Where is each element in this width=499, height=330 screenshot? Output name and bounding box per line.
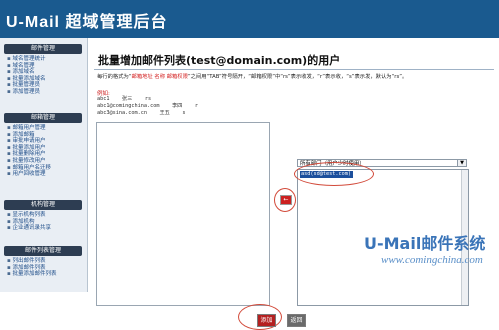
sidebar-section-title: 机构管理	[4, 200, 82, 210]
sidebar-item-batch-delete-users[interactable]: 批量删除用户	[7, 151, 82, 158]
sidebar-section-mailbox: 邮箱管理 邮箱用户管理 添加邮箱 审批申请用户 批量添加用户 批量删除用户 批量…	[4, 113, 82, 178]
page-title: 批量增加邮件列表(test@domain.com)的用户	[98, 54, 341, 67]
example-line: abc3@sina.com.cn 王五 s	[97, 110, 186, 116]
description-fields: 邮箱地址 名称 邮箱权限	[131, 74, 188, 80]
app-title: U-Mail 超域管理后台	[6, 14, 168, 31]
sidebar-section-org: 机构管理 显示机构列表 添加机构 企业通讯录共享	[4, 200, 82, 232]
description-prefix: 每行的格式为“	[97, 74, 132, 80]
sidebar-item-add-admin[interactable]: 添加管理员	[7, 89, 82, 96]
sidebar-section-title: 邮件列表管理	[4, 246, 82, 256]
add-button[interactable]: 添加	[257, 314, 276, 327]
sidebar-section-mail: 邮件管理 域名管理统计 域名管理 添加域名 批量添加域名 批量管理员 添加管理员	[4, 44, 82, 96]
sidebar-item-address-book[interactable]: 企业通讯录共享	[7, 225, 82, 232]
sidebar-item-org-list[interactable]: 显示机构列表	[7, 212, 82, 219]
sidebar-item-approve-users[interactable]: 审批申请用户	[7, 138, 82, 145]
sidebar-section-title: 邮件管理	[4, 44, 82, 54]
watermark-url: www.comingchina.com	[381, 254, 483, 266]
sidebar: 邮件管理 域名管理统计 域名管理 添加域名 批量添加域名 批量管理员 添加管理员…	[0, 38, 88, 292]
format-description: 每行的格式为“邮箱地址 名称 邮箱权限”之间用“TAB”符号隔开，“邮箱权限”中…	[97, 74, 492, 81]
user-input-textarea[interactable]	[96, 122, 270, 306]
sidebar-item-domain-stats[interactable]: 域名管理统计	[7, 56, 82, 63]
sidebar-item-add-domain[interactable]: 添加域名	[7, 69, 82, 76]
sidebar-item-batch-edit-users[interactable]: 批量修改用户	[7, 158, 82, 165]
highlight-circle	[294, 162, 374, 186]
sidebar-item-batch-admin[interactable]: 批量管理员	[7, 82, 82, 89]
app-header: U-Mail 超域管理后台	[0, 0, 499, 38]
sidebar-section-maillist: 邮件列表管理 列出邮件列表 添加邮件列表 批量添加邮件列表	[4, 246, 82, 278]
sidebar-item-list-maillists[interactable]: 列出邮件列表	[7, 258, 82, 265]
example-line: abc1@comingchina.com 李四 r	[97, 103, 198, 109]
sidebar-section-title: 邮箱管理	[4, 113, 82, 123]
chevron-down-icon[interactable]: ▼	[457, 160, 466, 166]
sidebar-item-batch-add-maillist[interactable]: 批量添加邮件列表	[7, 271, 82, 278]
back-button[interactable]: 返回	[287, 314, 306, 327]
sidebar-item-mailbox-users[interactable]: 邮箱用户管理	[7, 125, 82, 132]
example-line: abc1 张三 rs	[97, 96, 152, 102]
move-left-button[interactable]: ←	[280, 195, 292, 205]
description-suffix: ”之间用“TAB”符号隔开，“邮箱权限”中“rs”表示收发，“r”表示收，“s”…	[187, 74, 408, 80]
divider	[94, 69, 494, 70]
sidebar-item-recycle-users[interactable]: 用户回收管理	[7, 171, 82, 178]
watermark-brand: U-Mail邮件系统	[364, 234, 486, 253]
